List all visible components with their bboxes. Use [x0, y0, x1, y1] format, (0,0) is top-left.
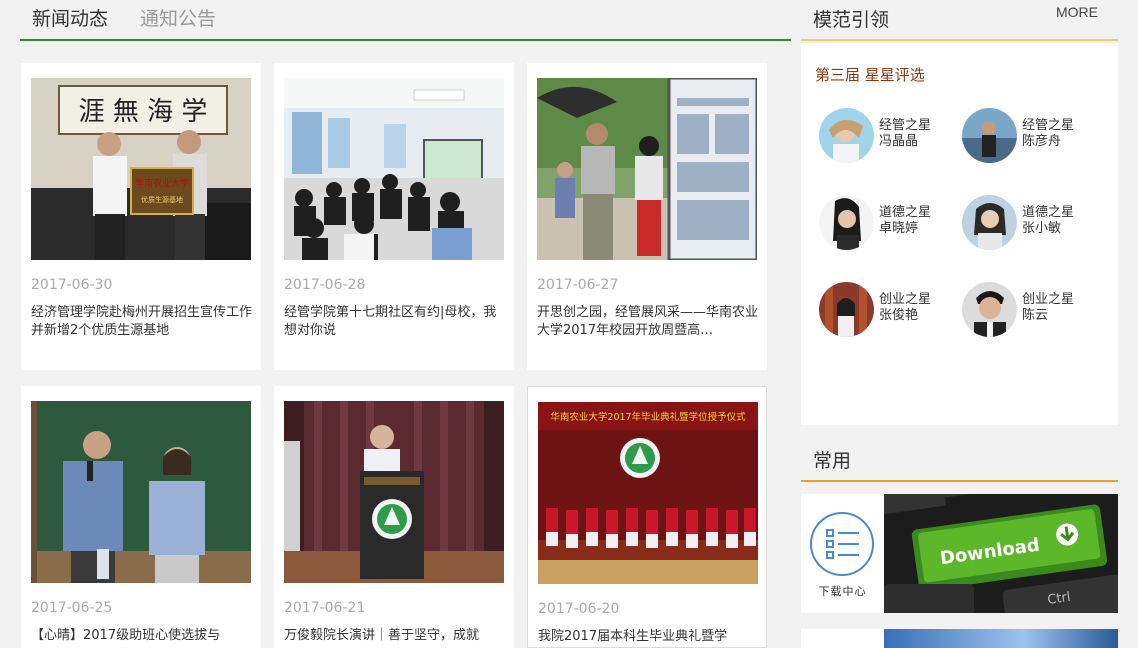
news-date: 2017-06-20: [538, 601, 620, 617]
news-card[interactable]: 2017-06-27 开思创之园，经管展风采——华南农业大学2017年校园开放周…: [527, 63, 767, 370]
star-item[interactable]: 经管之星 陈彦舟: [962, 106, 1092, 166]
news-photo-classroom-speech[interactable]: [31, 401, 251, 583]
avatar: [962, 108, 1017, 163]
common-link-row: [801, 629, 1118, 648]
ctrl-key-text: Ctrl: [1046, 590, 1071, 608]
news-card[interactable]: 华南农业大学2017年毕业典礼暨学位授予仪式 2017-06-20 我院2017…: [527, 386, 767, 648]
download-center-label: 下载中心: [818, 585, 867, 598]
star-item[interactable]: 道德之星 卓晓婷: [819, 193, 949, 253]
news-photo-exhibition-board[interactable]: [537, 78, 757, 260]
download-center-link[interactable]: 下载中心: [801, 494, 884, 613]
star-name: 陈彦舟: [1022, 134, 1062, 149]
star-name: 张小敏: [1022, 221, 1062, 236]
tab-news[interactable]: 新闻动态: [32, 4, 108, 31]
star-name: 张俊艳: [879, 308, 919, 323]
star-name: 冯晶晶: [879, 134, 919, 149]
news-card[interactable]: 2017-06-21 万俊毅院长演讲｜善于坚守，成就: [274, 386, 514, 648]
list-icon: [810, 512, 874, 576]
news-card[interactable]: 2017-06-25 【心晴】2017级助班心使选拔与: [21, 386, 261, 648]
svg-text:涯 無 海 学: 涯 無 海 学: [79, 97, 208, 127]
models-header: 模范引领 MORE: [801, 0, 1118, 41]
plaque-subtext: 优质生源基地: [141, 195, 183, 204]
news-title[interactable]: 经管学院第十七期社区有约|母校，我想对你说: [284, 304, 506, 340]
ceremony-banner-text: 华南农业大学2017年毕业典礼暨学位授予仪式: [550, 411, 746, 423]
news-card[interactable]: 涯 無 海 学 华南农业大学 优质生源基地 2017-06-30 经济管理学院赴…: [21, 63, 261, 370]
news-photo-meeting-room[interactable]: [284, 78, 504, 260]
avatar: [962, 282, 1017, 337]
news-title[interactable]: 万俊毅院长演讲｜善于坚守，成就: [284, 627, 506, 645]
plaque-text: 华南农业大学: [135, 177, 189, 189]
star-item[interactable]: 创业之星 张俊艳: [819, 280, 949, 340]
news-date: 2017-06-21: [284, 600, 366, 616]
news-card[interactable]: 2017-06-28 经管学院第十七期社区有约|母校，我想对你说: [274, 63, 514, 370]
star-selection-subtitle: 第三届 星星评选: [815, 66, 925, 84]
star-category: 经管之星: [879, 118, 932, 133]
news-date: 2017-06-27: [537, 277, 619, 293]
common-link-image[interactable]: [884, 629, 1118, 648]
news-title[interactable]: 我院2017届本科生毕业典礼暨学: [538, 628, 760, 646]
star-category: 创业之星: [879, 292, 932, 307]
common-title: 常用: [813, 450, 852, 472]
download-banner-image[interactable]: Download Ctrl: [884, 494, 1118, 613]
star-item[interactable]: 经管之星 冯晶晶: [819, 106, 949, 166]
star-item[interactable]: 道德之星 张小敏: [962, 193, 1092, 253]
news-photo-dean-speech[interactable]: [284, 401, 504, 583]
star-name: 陈云: [1022, 308, 1049, 323]
star-category: 经管之星: [1022, 118, 1075, 133]
star-category: 道德之星: [879, 205, 932, 220]
avatar: [819, 282, 874, 337]
avatar: [962, 195, 1017, 250]
news-date: 2017-06-30: [31, 277, 113, 293]
news-date: 2017-06-28: [284, 277, 366, 293]
news-title[interactable]: 开思创之园，经管展风采——华南农业大学2017年校园开放周暨高…: [537, 304, 759, 340]
news-title[interactable]: 【心晴】2017级助班心使选拔与: [31, 627, 253, 645]
star-category: 道德之星: [1022, 205, 1075, 220]
tab-notices[interactable]: 通知公告: [140, 4, 216, 31]
news-date: 2017-06-25: [31, 600, 113, 616]
star-name: 卓晓婷: [879, 221, 919, 236]
models-panel: 第三届 星星评选 经管之星 冯晶晶 经管之星 陈彦舟 道德之星 卓晓婷 道德之星 张小敏…: [801, 43, 1118, 425]
news-title[interactable]: 经济管理学院赴梅州开展招生宣传工作并新增2个优质生源基地: [31, 304, 253, 340]
news-photo-graduation-ceremony[interactable]: 华南农业大学2017年毕业典礼暨学位授予仪式: [538, 402, 758, 584]
star-category: 创业之星: [1022, 292, 1075, 307]
star-item[interactable]: 创业之星 陈云: [962, 280, 1092, 340]
news-tab-bar: 新闻动态 通知公告: [20, 0, 791, 41]
avatar: [819, 108, 874, 163]
download-center-row: 下载中心 Download Ctrl: [801, 494, 1118, 613]
common-header: 常用: [801, 441, 1118, 482]
more-link[interactable]: MORE: [1056, 4, 1098, 20]
avatar: [819, 195, 874, 250]
news-photo-plaque-ceremony[interactable]: 涯 無 海 学 华南农业大学 优质生源基地: [31, 78, 251, 260]
models-title: 模范引领: [813, 9, 890, 31]
